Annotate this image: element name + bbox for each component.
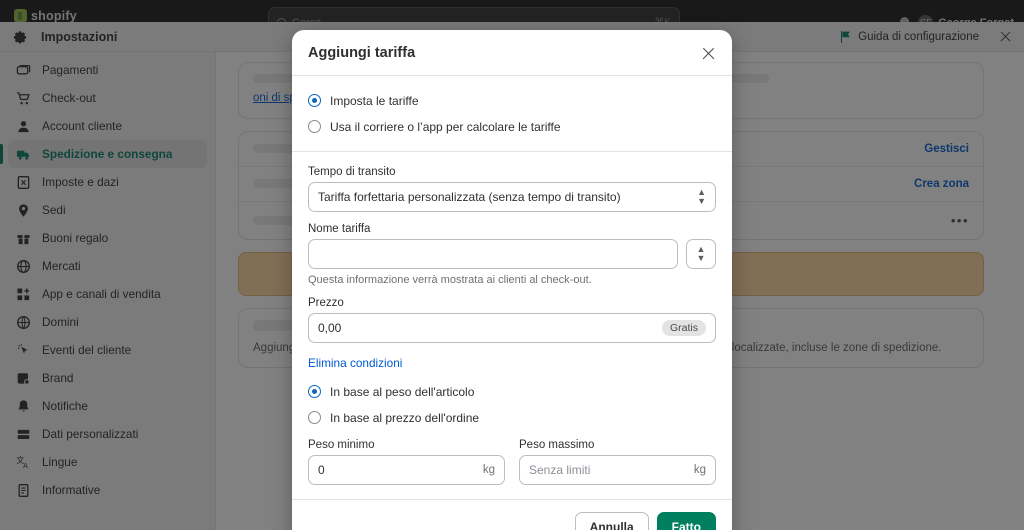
max-weight-input[interactable]: Senza limiti kg — [519, 455, 716, 485]
max-weight-unit: kg — [693, 464, 706, 476]
radio-icon — [308, 120, 321, 133]
price-free-badge: Gratis — [661, 320, 706, 336]
remove-conditions-link[interactable]: Elimina condizioni — [308, 356, 402, 370]
price-input[interactable]: 0,00 Gratis — [308, 313, 716, 343]
close-icon[interactable] — [701, 46, 716, 61]
radio-icon — [308, 411, 321, 424]
min-weight-input[interactable]: 0 kg — [308, 455, 505, 485]
rate-name-label: Nome tariffa — [308, 223, 371, 235]
chevron-updown-icon: ▲ ▼ — [697, 187, 706, 206]
rate-mode-label: Imposta le tariffe — [330, 93, 419, 108]
min-weight-value: 0 — [318, 463, 325, 477]
transit-time-value: Tariffa forfettaria personalizzata (senz… — [318, 190, 621, 204]
add-rate-dialog: Aggiungi tariffa Imposta le tariffe Usa … — [292, 30, 732, 530]
app-screen: shopify Cerca ⌘K GF George Forget Impost… — [0, 0, 1024, 530]
dialog-title: Aggiungi tariffa — [308, 45, 416, 61]
done-button[interactable]: Fatto — [656, 512, 716, 530]
transit-time-label: Tempo di transito — [308, 166, 396, 178]
cancel-button[interactable]: Annulla — [574, 512, 649, 530]
condition-label: In base al prezzo dell'ordine — [330, 410, 480, 425]
rate-mode-option-carrier[interactable]: Usa il corriere o l’app per calcolare le… — [308, 116, 716, 137]
rate-name-preset-select[interactable]: ▲ ▼ — [686, 239, 716, 269]
rate-name-row: ▲ ▼ — [308, 239, 716, 269]
min-weight-unit: kg — [482, 464, 495, 476]
dialog-header: Aggiungi tariffa — [292, 30, 732, 76]
price-label: Prezzo — [308, 297, 344, 309]
rate-mode-label: Usa il corriere o l’app per calcolare le… — [330, 119, 561, 134]
radio-icon — [308, 385, 321, 398]
max-weight-placeholder: Senza limiti — [529, 463, 591, 477]
condition-label: In base al peso dell'articolo — [330, 384, 475, 399]
condition-option-weight[interactable]: In base al peso dell'articolo — [308, 381, 716, 402]
rate-name-input[interactable] — [308, 239, 678, 269]
min-weight-label: Peso minimo — [308, 439, 375, 451]
rate-details-section: Tempo di transito Tariffa forfettaria pe… — [292, 152, 732, 499]
rate-name-help: Questa informazione verrà mostrata ai cl… — [308, 274, 592, 286]
max-weight-label: Peso massimo — [519, 439, 595, 451]
rate-mode-section: Imposta le tariffe Usa il corriere o l’a… — [292, 76, 732, 152]
radio-icon — [308, 94, 321, 107]
dialog-footer: Annulla Fatto — [292, 499, 732, 530]
price-value: 0,00 — [318, 321, 342, 335]
max-weight-group: Peso massimo Senza limiti kg — [519, 439, 716, 485]
condition-option-price[interactable]: In base al prezzo dell'ordine — [308, 407, 716, 428]
rate-mode-option-set-rates[interactable]: Imposta le tariffe — [308, 90, 716, 111]
min-weight-group: Peso minimo 0 kg — [308, 439, 505, 485]
weight-range-row: Peso minimo 0 kg Peso massimo Senza limi… — [308, 439, 716, 485]
transit-time-select[interactable]: Tariffa forfettaria personalizzata (senz… — [308, 182, 716, 212]
chevron-updown-icon: ▲ ▼ — [696, 244, 706, 263]
